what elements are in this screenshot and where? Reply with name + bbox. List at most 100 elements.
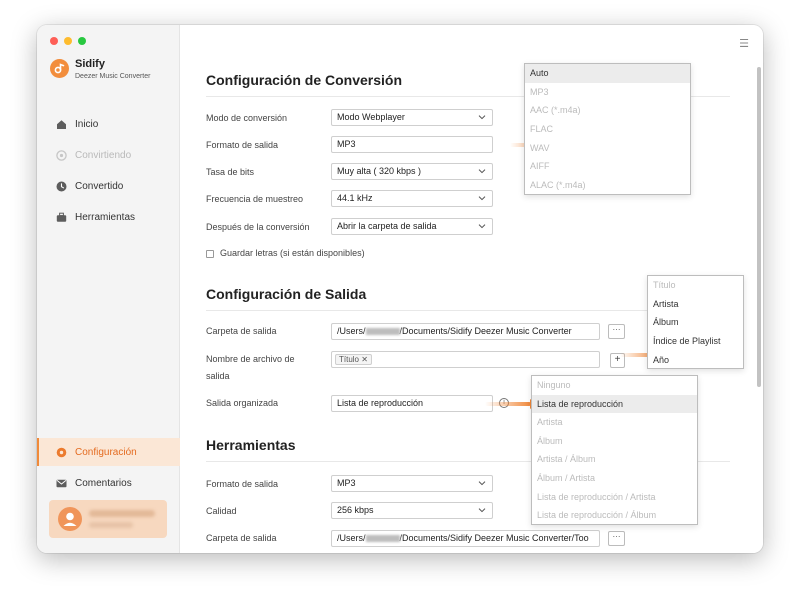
dropdown-option[interactable]: Índice de Playlist <box>648 332 743 351</box>
home-icon <box>56 119 67 130</box>
sidebar-item-convirtiendo: Convirtiendo <box>37 141 180 169</box>
tools-quality-label: Calidad <box>206 506 237 516</box>
window-controls <box>50 37 86 45</box>
chevron-down-icon <box>478 169 486 174</box>
samplerate-select[interactable]: 44.1 kHz <box>331 190 493 207</box>
conversion-section-title: Configuración de Conversión <box>206 72 403 88</box>
sidebar-item-herramientas[interactable]: Herramientas <box>37 203 180 231</box>
dropdown-option[interactable]: Álbum / Artista <box>532 469 697 488</box>
settings-panel: ☰ Configuración de Conversión Modo de co… <box>180 25 763 553</box>
tools-format-label: Formato de salida <box>206 479 279 489</box>
organized-output-dropdown-menu: Ninguno Lista de reproducción Artista Ál… <box>531 375 698 525</box>
dropdown-option[interactable]: Auto <box>525 64 690 83</box>
save-lyrics-checkbox[interactable] <box>206 250 214 258</box>
sidebar-item-label: Convirtiendo <box>75 149 132 161</box>
output-folder-field[interactable]: /Users/ /Documents/Sidify Deezer Music Co… <box>331 323 600 340</box>
after-conversion-select[interactable]: Abrir la carpeta de salida <box>331 218 493 235</box>
dropdown-option[interactable]: FLAC <box>525 120 690 139</box>
sidebar-item-label: Comentarios <box>75 477 132 489</box>
app-logo-icon <box>50 59 69 78</box>
sidebar-item-comentarios[interactable]: Comentarios <box>37 469 180 497</box>
chevron-down-icon <box>478 481 486 486</box>
tag-label: Título <box>339 355 360 364</box>
tools-folder-field[interactable]: /Users/ /Documents/Sidify Deezer Music Co… <box>331 530 600 547</box>
sidebar-item-configuracion[interactable]: Configuración <box>37 438 180 466</box>
masked-username <box>365 535 400 542</box>
after-conversion-value: Abrir la carpeta de salida <box>337 221 437 231</box>
dropdown-option[interactable]: Lista de reproducción / Álbum <box>532 506 697 525</box>
bitrate-select[interactable]: Muy alta ( 320 kbps ) <box>331 163 493 180</box>
format-select[interactable]: MP3 <box>331 136 493 153</box>
tools-section-title: Herramientas <box>206 437 296 453</box>
scrollbar[interactable] <box>757 67 761 387</box>
save-lyrics-label: Guardar letras (si están disponibles) <box>220 248 365 258</box>
tools-folder-label: Carpeta de salida <box>206 533 277 543</box>
clock-icon <box>56 181 67 192</box>
app-window: Sidify Deezer Music Converter Inicio Con… <box>37 25 763 553</box>
filename-tag[interactable]: Título ✕ <box>335 354 372 365</box>
dropdown-option[interactable]: Álbum <box>532 432 697 451</box>
sidebar-item-inicio[interactable]: Inicio <box>37 110 180 138</box>
tools-quality-select[interactable]: 256 kbps <box>331 502 493 519</box>
dropdown-option[interactable]: MP3 <box>525 83 690 102</box>
filename-tag-field[interactable]: Título ✕ <box>331 351 600 368</box>
converting-icon <box>56 149 67 161</box>
format-label: Formato de salida <box>206 140 279 150</box>
sidebar-item-label: Configuración <box>75 446 137 458</box>
format-dropdown-menu: Auto MP3 AAC (*.m4a) FLAC WAV AIFF ALAC … <box>524 63 691 195</box>
chevron-down-icon <box>478 224 486 229</box>
organized-output-select[interactable]: Lista de reproducción <box>331 395 493 412</box>
filename-label-line2: salida <box>206 371 230 381</box>
dropdown-option[interactable]: Ninguno <box>532 376 697 395</box>
avatar <box>58 507 82 531</box>
dropdown-option[interactable]: AIFF <box>525 157 690 176</box>
dropdown-option[interactable]: ALAC (*.m4a) <box>525 176 690 195</box>
dropdown-option[interactable]: Álbum <box>648 313 743 332</box>
folder-path-suffix: /Documents/Sidify Deezer Music Converter… <box>399 533 589 543</box>
dropdown-option: Título <box>653 280 676 290</box>
mode-select[interactable]: Modo Webplayer <box>331 109 493 126</box>
user-icon <box>63 512 77 526</box>
sidebar-item-label: Inicio <box>75 118 99 130</box>
remove-tag-icon[interactable]: ✕ <box>361 355 368 364</box>
chevron-down-icon <box>478 508 486 513</box>
user-email-blurred <box>89 522 133 528</box>
sidebar-item-label: Herramientas <box>75 211 136 223</box>
dropdown-option[interactable]: WAV <box>525 139 690 158</box>
dropdown-option[interactable]: Artista <box>648 295 743 314</box>
zoom-window-button[interactable] <box>78 37 86 45</box>
folder-path-prefix: /Users/ <box>337 533 366 543</box>
tools-format-select[interactable]: MP3 <box>331 475 493 492</box>
dropdown-option[interactable]: Año <box>648 351 743 370</box>
folder-path-suffix: /Documents/Sidify Deezer Music Converter <box>399 326 572 336</box>
samplerate-value: 44.1 kHz <box>337 193 373 203</box>
samplerate-label: Frecuencia de muestreo <box>206 194 304 204</box>
chevron-down-icon <box>478 115 486 120</box>
user-name-blurred <box>89 510 155 517</box>
output-folder-label: Carpeta de salida <box>206 326 277 336</box>
masked-username <box>365 328 400 335</box>
hamburger-menu-icon[interactable]: ☰ <box>739 37 749 50</box>
folder-path-prefix: /Users/ <box>337 326 366 336</box>
tools-format-value: MP3 <box>337 478 356 488</box>
after-conversion-label: Después de la conversión <box>206 222 310 232</box>
browse-folder-button[interactable]: ··· <box>608 324 625 339</box>
dropdown-option[interactable]: Artista <box>532 413 697 432</box>
organized-output-value: Lista de reproducción <box>337 398 424 408</box>
sidebar-item-convertido[interactable]: Convertido <box>37 172 180 200</box>
dropdown-option[interactable]: Artista / Álbum <box>532 450 697 469</box>
close-window-button[interactable] <box>50 37 58 45</box>
format-value: MP3 <box>337 139 356 149</box>
dropdown-option[interactable]: AAC (*.m4a) <box>525 101 690 120</box>
bitrate-label: Tasa de bits <box>206 167 255 177</box>
user-account-card[interactable] <box>49 500 167 538</box>
tools-quality-value: 256 kbps <box>337 505 374 515</box>
minimize-window-button[interactable] <box>64 37 72 45</box>
gear-icon <box>56 447 67 458</box>
annotation-arrow <box>485 399 537 409</box>
dropdown-option[interactable]: Lista de reproducción <box>532 394 697 414</box>
chevron-down-icon <box>478 196 486 201</box>
organized-output-label: Salida organizada <box>206 398 279 408</box>
tools-browse-folder-button[interactable]: ··· <box>608 531 625 546</box>
dropdown-option[interactable]: Lista de reproducción / Artista <box>532 488 697 507</box>
